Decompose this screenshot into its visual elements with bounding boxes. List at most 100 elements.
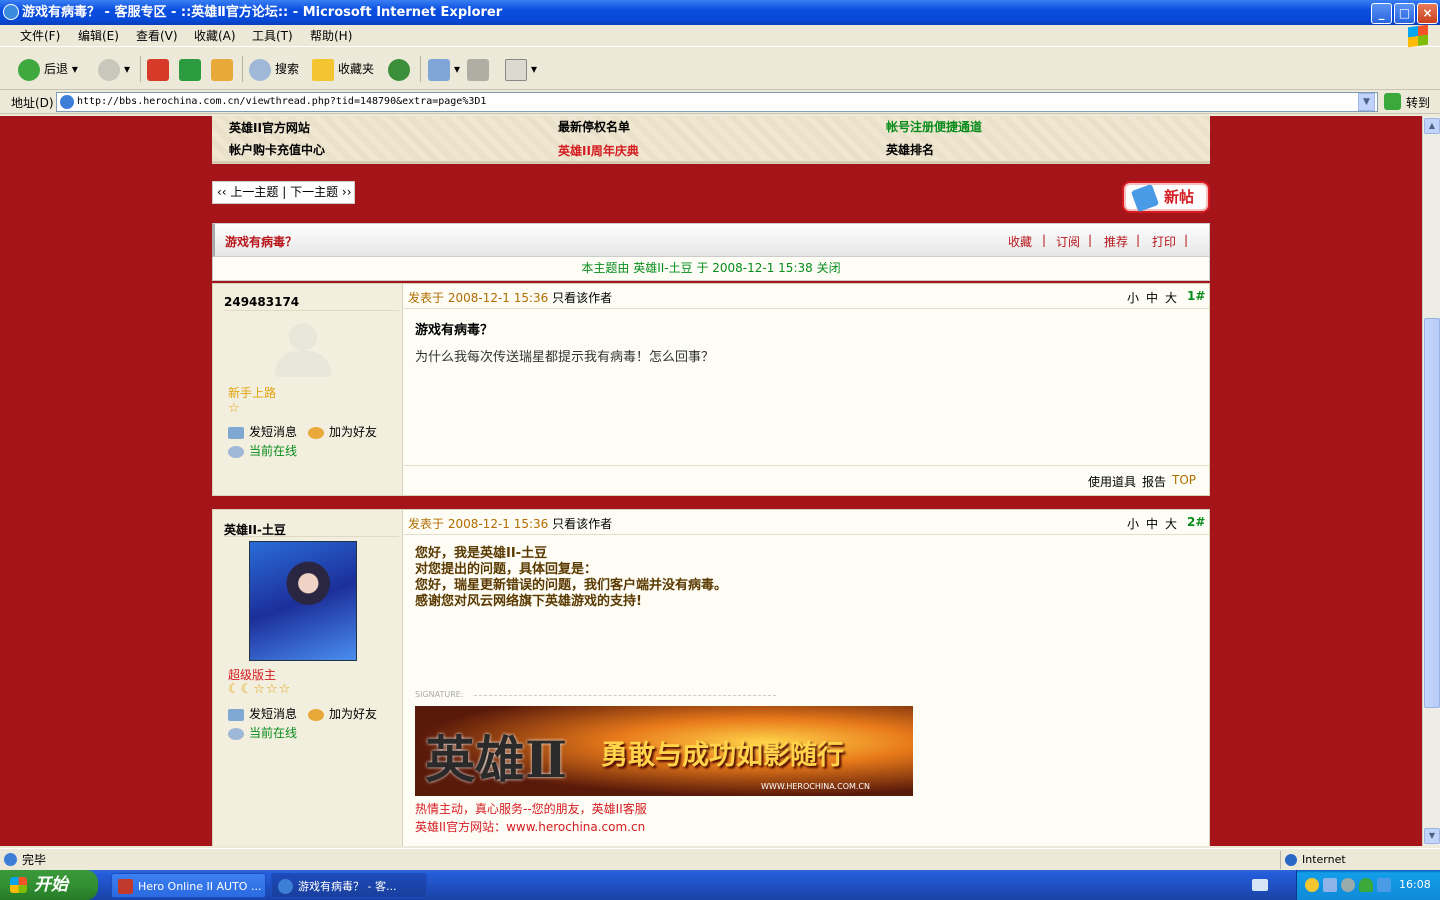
add-friend-link[interactable]: 加为好友: [308, 705, 377, 722]
minimize-button[interactable]: _: [1371, 3, 1392, 24]
maximize-button[interactable]: □: [1394, 3, 1415, 24]
user-rank: 新手上路: [228, 386, 277, 400]
rank-stars: ☆: [228, 401, 241, 416]
umbrella-icon[interactable]: [1359, 878, 1373, 892]
keyboard-icon[interactable]: [1252, 879, 1268, 891]
scroll-up-icon[interactable]: ▲: [1424, 118, 1440, 134]
history-button[interactable]: [388, 56, 414, 82]
online-label: 当前在线: [249, 444, 298, 458]
mail-button[interactable]: ▾: [428, 56, 460, 82]
signature-link[interactable]: 英雄II官方网站：www.herochina.com.cn: [415, 818, 645, 835]
forward-button[interactable]: ▾: [98, 56, 130, 82]
start-button[interactable]: 开始: [0, 870, 98, 900]
scroll-down-icon[interactable]: ▼: [1424, 828, 1440, 844]
search-button[interactable]: 搜索: [249, 56, 299, 82]
refresh-button[interactable]: [179, 56, 205, 82]
go-button[interactable]: 转到: [1406, 94, 1430, 111]
top-links: 英雄II官方网站 最新停权名单 帐号注册便捷通道 帐户购卡充值中心 英雄II周年…: [212, 116, 1210, 164]
security-icon[interactable]: [1377, 878, 1391, 892]
font-small[interactable]: 小: [1127, 515, 1139, 532]
link-official-site[interactable]: 英雄II官方网站: [229, 119, 310, 136]
back-arrow-icon: [18, 58, 40, 81]
security-zone: Internet: [1302, 853, 1346, 866]
address-dropdown-icon[interactable]: ▼: [1358, 93, 1375, 111]
shield-icon[interactable]: [1341, 878, 1355, 892]
vertical-scrollbar[interactable]: ▲ ▼: [1422, 116, 1440, 846]
use-tool-link[interactable]: 使用道具: [1088, 473, 1136, 490]
report-link[interactable]: 报告: [1142, 473, 1166, 490]
font-medium[interactable]: 中: [1146, 515, 1158, 532]
menu-file[interactable]: 文件(F): [20, 25, 60, 47]
start-label: 开始: [34, 875, 68, 895]
window-title-bar: 游戏有病毒？ - 客服专区 - ::英雄Ⅱ官方论坛:: - Microsoft …: [0, 0, 1440, 25]
menu-help[interactable]: 帮助(H): [310, 25, 352, 47]
back-label: 后退: [44, 62, 69, 76]
menu-edit[interactable]: 编辑(E): [78, 25, 119, 47]
address-input[interactable]: http://bbs.herochina.com.cn/viewthread.p…: [56, 92, 1378, 112]
globe-icon: [1285, 854, 1297, 866]
menu-tools[interactable]: 工具(T): [252, 25, 293, 47]
font-large[interactable]: 大: [1165, 289, 1177, 306]
link-anniversary[interactable]: 英雄II周年庆典: [558, 142, 639, 159]
post-floor[interactable]: 2#: [1187, 515, 1205, 529]
back-button[interactable]: 后退 ▾: [18, 56, 78, 82]
reply-line: 您好，我是英雄II-土豆: [415, 546, 548, 561]
post-author-panel: 249483174 新手上路 ☆ 发短消息 加为好友 当前在线: [213, 284, 403, 495]
post-1: 249483174 新手上路 ☆ 发短消息 加为好友 当前在线 发表于 2008…: [212, 283, 1210, 496]
status-bar: 完毕 Internet: [0, 848, 1440, 870]
address-bar: 地址(D) http://bbs.herochina.com.cn/viewth…: [0, 90, 1440, 114]
thread-navigation[interactable]: ‹‹ 上一主题 | 下一主题 ››: [212, 181, 355, 204]
network-icon[interactable]: [1323, 878, 1337, 892]
scroll-thumb[interactable]: [1424, 318, 1440, 708]
reply-line: 您好，瑞星更新错误的问题，我们客户端并没有病毒。: [415, 578, 728, 593]
task-ie-window[interactable]: 游戏有病毒？ - 客...: [271, 873, 427, 898]
link-ranking[interactable]: 英雄排名: [886, 141, 934, 158]
add-friend-link[interactable]: 加为好友: [308, 423, 377, 440]
word-icon: [505, 58, 527, 81]
qq-icon[interactable]: [1305, 878, 1319, 892]
online-label: 当前在线: [249, 726, 298, 740]
menu-favorites[interactable]: 收藏(A): [194, 25, 236, 47]
menu-view[interactable]: 查看(V): [136, 25, 178, 47]
font-large[interactable]: 大: [1165, 515, 1177, 532]
author-name[interactable]: 249483174: [224, 295, 299, 309]
only-author-link[interactable]: 只看该作者: [552, 517, 612, 531]
task-hero-online[interactable]: Hero Online II AUTO ...: [111, 873, 266, 898]
close-button[interactable]: ×: [1417, 3, 1438, 24]
send-pm-link[interactable]: 发短消息: [228, 705, 297, 722]
toolbar-separator: [242, 56, 243, 82]
print-button[interactable]: [467, 56, 493, 82]
new-post-button[interactable]: 新帖: [1122, 181, 1210, 213]
only-author-link[interactable]: 只看该作者: [552, 291, 612, 305]
send-pm-link[interactable]: 发短消息: [228, 423, 297, 440]
stop-button[interactable]: [147, 56, 173, 82]
status-text: 完毕: [22, 853, 47, 867]
subscribe-link[interactable]: 订阅: [1056, 233, 1080, 250]
search-icon: [249, 58, 271, 81]
home-button[interactable]: [211, 56, 237, 82]
go-arrow-icon[interactable]: [1384, 93, 1401, 110]
windows-logo-icon: [1408, 24, 1428, 48]
user-add-icon: [308, 708, 324, 721]
send-pm-label: 发短消息: [249, 425, 298, 439]
post-floor[interactable]: 1#: [1187, 289, 1205, 303]
toolbar: 后退 ▾ ▾ 搜索 收藏夹 ▾ ▾: [0, 48, 1440, 90]
online-status: 当前在线: [228, 724, 297, 741]
top-link[interactable]: TOP: [1172, 473, 1196, 487]
link-ban-list[interactable]: 最新停权名单: [558, 118, 630, 135]
favorite-thread-link[interactable]: 收藏: [1008, 233, 1032, 250]
toolbar-separator: [420, 56, 421, 82]
refresh-icon: [179, 58, 201, 81]
link-recharge[interactable]: 帐户购卡充值中心: [229, 141, 325, 158]
font-medium[interactable]: 中: [1146, 289, 1158, 306]
print-link[interactable]: 打印: [1152, 233, 1176, 250]
link-register[interactable]: 帐号注册便捷通道: [886, 118, 982, 135]
reply-line: 感谢您对风云网络旗下英雄游戏的支持!: [415, 594, 642, 609]
edit-button[interactable]: ▾: [505, 56, 537, 82]
signature-banner: 英雄Ⅱ 勇敢与成功如影随行 WWW.HEROCHINA.COM.CN: [415, 706, 913, 796]
recommend-link[interactable]: 推荐: [1104, 233, 1128, 250]
favorites-button[interactable]: 收藏夹: [312, 56, 374, 82]
default-avatar: [271, 321, 335, 379]
font-small[interactable]: 小: [1127, 289, 1139, 306]
windows-logo-icon: [10, 877, 27, 893]
